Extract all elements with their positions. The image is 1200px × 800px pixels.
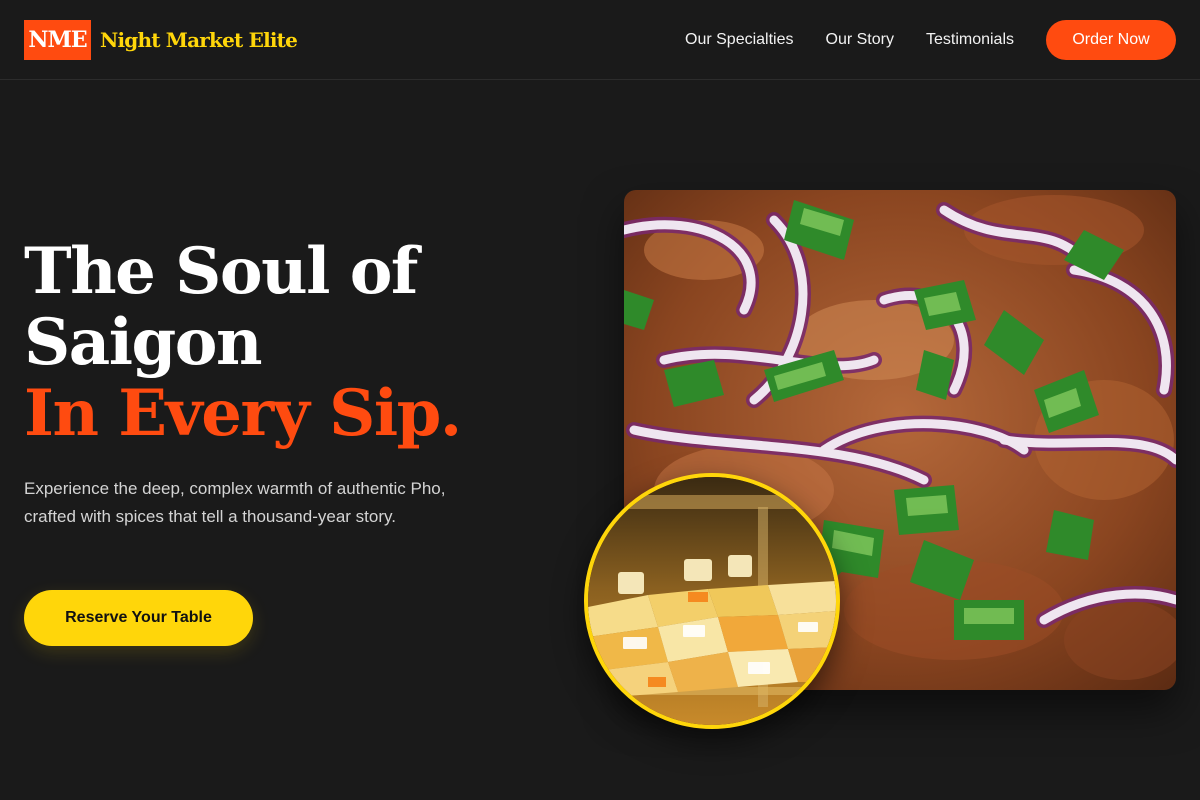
hero-title: The Soul of Saigon In Every Sip.: [24, 234, 462, 451]
top-navigation-bar: NME Night Market Elite Our Specialties O…: [0, 0, 1200, 80]
main-nav: Our Specialties Our Story Testimonials O…: [685, 20, 1176, 60]
hero-title-line-2: Saigon: [24, 305, 262, 380]
brand-logo[interactable]: NME Night Market Elite: [24, 20, 298, 60]
nav-link-testimonials[interactable]: Testimonials: [926, 31, 1014, 49]
logo-mark: NME: [24, 20, 91, 60]
nav-link-specialties[interactable]: Our Specialties: [685, 31, 794, 49]
hero-description: Experience the deep, complex warmth of a…: [24, 479, 446, 526]
nav-link-story[interactable]: Our Story: [826, 31, 894, 49]
market-stall-photo: [584, 473, 840, 729]
brand-name: Night Market Elite: [100, 28, 298, 52]
reserve-table-button[interactable]: Reserve Your Table: [24, 590, 253, 646]
order-now-button[interactable]: Order Now: [1046, 20, 1176, 60]
hero-title-accent: In Every Sip.: [24, 376, 462, 451]
hero-title-line-1: The Soul of: [24, 234, 418, 309]
